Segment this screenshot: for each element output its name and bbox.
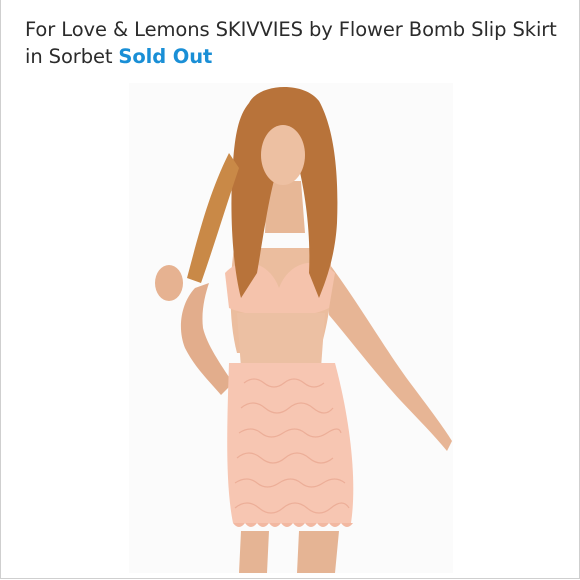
model-illustration <box>129 83 453 573</box>
listing-title-block: For Love & Lemons SKIVVIES by Flower Bom… <box>25 16 560 70</box>
listing-title: For Love & Lemons SKIVVIES by Flower Bom… <box>25 18 557 68</box>
product-photo[interactable] <box>129 83 453 573</box>
sold-out-badge: Sold Out <box>118 45 213 68</box>
listing-card: For Love & Lemons SKIVVIES by Flower Bom… <box>0 0 580 579</box>
